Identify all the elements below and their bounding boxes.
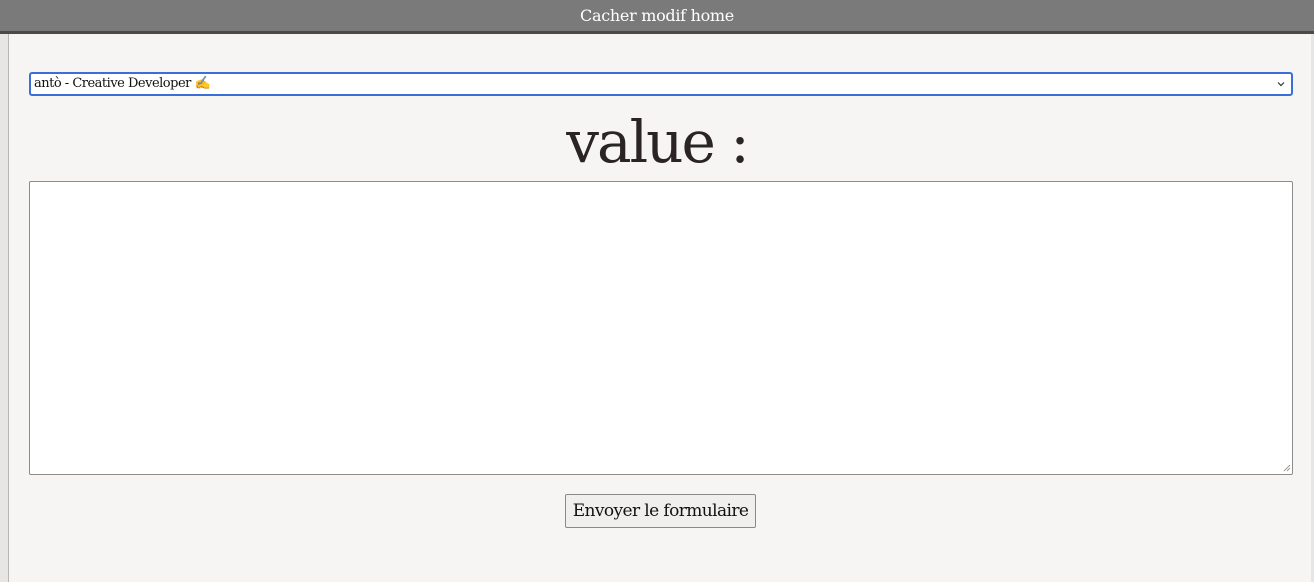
resize-grip-icon[interactable] bbox=[1282, 463, 1291, 472]
value-textarea[interactable] bbox=[29, 181, 1293, 475]
submit-button[interactable]: Envoyer le formulaire bbox=[565, 494, 756, 528]
field-select[interactable]: antò - Creative Developer ✍ bbox=[29, 72, 1293, 96]
field-select-value: antò - Creative Developer ✍ bbox=[34, 76, 211, 91]
toggle-home-edit-label: Cacher modif home bbox=[580, 6, 734, 25]
chevron-down-icon bbox=[1277, 82, 1285, 87]
toggle-home-edit-bar[interactable]: Cacher modif home bbox=[0, 0, 1314, 34]
value-heading: value : bbox=[566, 108, 750, 176]
